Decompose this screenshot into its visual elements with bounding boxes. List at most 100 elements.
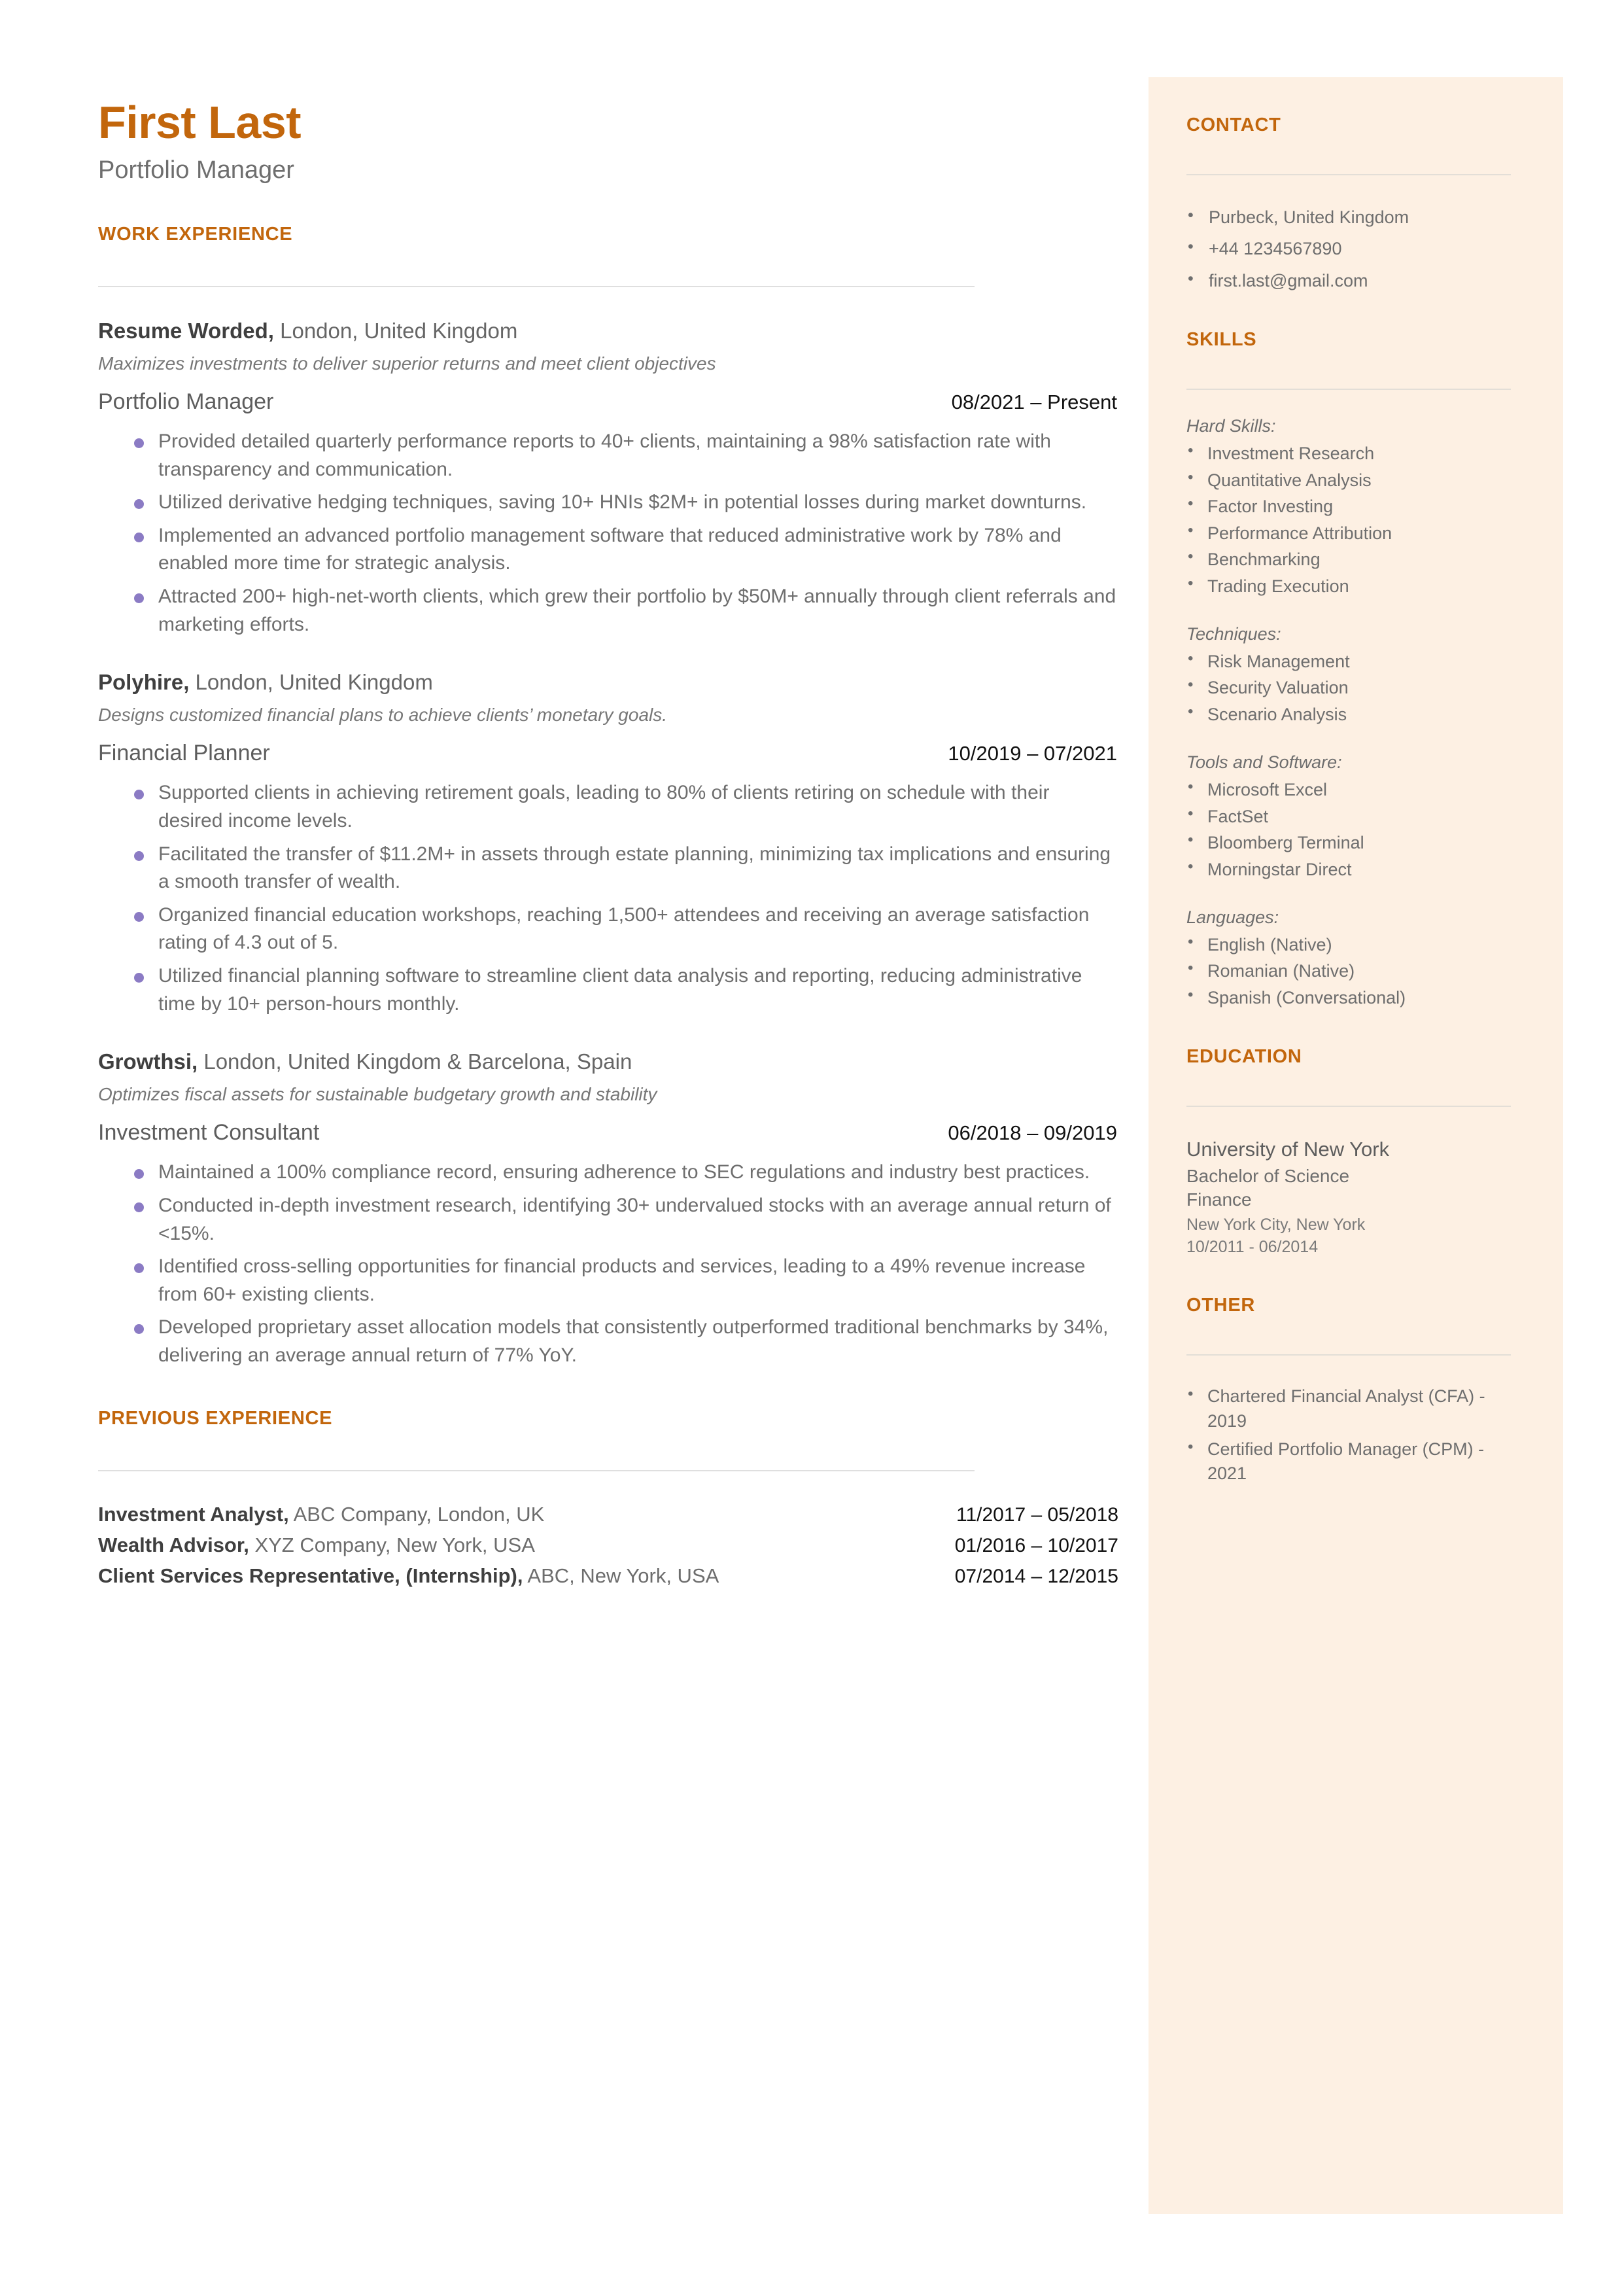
skill-group-label: Techniques: (1186, 623, 1281, 644)
list-item: Provided detailed quarterly performance … (98, 428, 1118, 483)
list-item: Implemented an advanced portfolio manage… (98, 522, 1118, 578)
job-title: Portfolio Manager (98, 389, 274, 415)
other-list: Chartered Financial Analyst (CFA) - 2019… (1186, 1383, 1511, 1486)
contact-divider (1186, 174, 1511, 175)
skills-heading: SKILLS (1186, 329, 1257, 351)
job-company-name: Polyhire, (98, 670, 190, 695)
list-item: Organized financial education workshops,… (98, 902, 1118, 957)
skill-items: English (Native) Romanian (Native) Spani… (1186, 932, 1511, 1009)
job-company: Resume Worded, London, United Kingdom (98, 317, 1118, 344)
list-item: Utilized derivative hedging techniques, … (98, 489, 1118, 517)
skill-group-label: Hard Skills: (1186, 416, 1276, 436)
table-row: Wealth Advisor, XYZ Company, New York, U… (98, 1532, 1118, 1558)
skill-group-tools-and-software: Tools and Software: Microsoft Excel Fact… (1186, 752, 1511, 881)
previous-role-detail: ABC Company, London, UK (288, 1502, 545, 1526)
table-row: Client Services Representative, (Interns… (98, 1563, 1118, 1589)
skill-group-label: Tools and Software: (1186, 752, 1342, 773)
other-divider (1186, 1354, 1511, 1356)
job-company: Growthsi, London, United Kingdom & Barce… (98, 1048, 1118, 1075)
previous-role-detail: ABC, New York, USA (523, 1564, 719, 1588)
job-company-name: Growthsi, (98, 1049, 198, 1074)
job-dates: 10/2019 – 07/2021 (948, 742, 1117, 765)
list-item: Attracted 200+ high-net-worth clients, w… (98, 583, 1118, 639)
previous-role: Client Services Representative, (Interns… (98, 1563, 719, 1589)
list-item: Scenario Analysis (1186, 701, 1511, 726)
list-item: Romanian (Native) (1186, 958, 1511, 983)
education-section: EDUCATION University of New York Bachelo… (1186, 1046, 1511, 1258)
contact-heading: CONTACT (1186, 114, 1281, 135)
job-company-description: Optimizes fiscal assets for sustainable … (98, 1084, 657, 1105)
list-item: Certified Portfolio Manager (CPM) - 2021 (1186, 1436, 1511, 1486)
job-company-description: Designs customized financial plans to ac… (98, 705, 668, 726)
main-content: First Last Portfolio Manager WORK EXPERI… (98, 98, 1118, 1594)
resume-page: CONTACT Purbeck, United Kingdom +44 1234… (0, 0, 1624, 2295)
list-item: Utilized financial planning software to … (98, 962, 1118, 1018)
education-dates: 10/2011 - 06/2014 (1186, 1237, 1319, 1256)
list-item: Performance Attribution (1186, 520, 1511, 545)
job-dates: 08/2021 – Present (951, 391, 1117, 414)
contact-section: CONTACT Purbeck, United Kingdom +44 1234… (1186, 114, 1511, 292)
list-item: Factor Investing (1186, 493, 1511, 518)
previous-experience-heading: PREVIOUS EXPERIENCE (98, 1407, 333, 1429)
previous-experience-divider (98, 1469, 975, 1471)
job-title-row: Financial Planner 10/2019 – 07/2021 (98, 741, 1117, 766)
list-item: Facilitated the transfer of $11.2M+ in a… (98, 841, 1118, 896)
education-heading: EDUCATION (1186, 1046, 1302, 1068)
work-experience-heading: WORK EXPERIENCE (98, 223, 293, 245)
previous-role-detail: XYZ Company, New York, USA (249, 1533, 535, 1556)
previous-role: Investment Analyst, ABC Company, London,… (98, 1501, 544, 1528)
work-experience-divider (98, 285, 975, 287)
list-item: Quantitative Analysis (1186, 467, 1511, 492)
job-bullets: Maintained a 100% compliance record, ens… (98, 1159, 1118, 1369)
list-item: Maintained a 100% compliance record, ens… (98, 1159, 1118, 1187)
previous-role-title: Client Services Representative, (Interns… (98, 1564, 523, 1588)
header-role: Portfolio Manager (98, 156, 294, 184)
table-row: Investment Analyst, ABC Company, London,… (98, 1501, 1118, 1528)
previous-role-dates: 11/2017 – 05/2018 (956, 1503, 1118, 1526)
job-company-location: London, United Kingdom (273, 318, 518, 343)
education-degree: Bachelor of Science (1186, 1166, 1350, 1187)
skills-section: SKILLS Hard Skills: Investment Research … (1186, 329, 1511, 1009)
skill-group-languages: Languages: English (Native) Romanian (Na… (1186, 907, 1511, 1009)
skill-items: Investment Research Quantitative Analysi… (1186, 440, 1511, 598)
job-title: Investment Consultant (98, 1120, 320, 1146)
list-item: FactSet (1186, 803, 1511, 828)
job-title-row: Portfolio Manager 08/2021 – Present (98, 389, 1117, 415)
previous-role-dates: 07/2014 – 12/2015 (954, 1566, 1118, 1588)
list-item: Microsoft Excel (1186, 777, 1511, 801)
job-company-location: London, United Kingdom & Barcelona, Spai… (198, 1049, 632, 1074)
job-bullets: Supported clients in achieving retiremen… (98, 779, 1118, 1018)
list-item: Bloomberg Terminal (1186, 830, 1511, 854)
job-company-location: London, United Kingdom (189, 670, 433, 695)
list-item: Supported clients in achieving retiremen… (98, 779, 1118, 835)
skill-items: Risk Management Security Valuation Scena… (1186, 648, 1511, 726)
job-entry: Polyhire, London, United Kingdom Designs… (98, 669, 1118, 1018)
previous-role-title: Wealth Advisor, (98, 1533, 249, 1556)
list-item: Conducted in-depth investment research, … (98, 1192, 1118, 1248)
job-company-description: Maximizes investments to deliver superio… (98, 353, 716, 374)
job-title: Financial Planner (98, 741, 270, 766)
previous-role-dates: 01/2016 – 10/2017 (954, 1534, 1118, 1556)
previous-role-title: Investment Analyst, (98, 1502, 289, 1526)
page-title: First Last (98, 97, 302, 148)
list-item: Developed proprietary asset allocation m… (98, 1314, 1118, 1369)
job-company-name: Resume Worded, (98, 318, 274, 343)
skill-group-label: Languages: (1186, 907, 1279, 927)
contact-list: Purbeck, United Kingdom +44 1234567890 f… (1186, 205, 1511, 292)
list-item: Investment Research (1186, 440, 1511, 465)
skill-group-hard-skills: Hard Skills: Investment Research Quantit… (1186, 416, 1511, 598)
list-item: Purbeck, United Kingdom (1186, 205, 1511, 229)
list-item: Morningstar Direct (1186, 856, 1511, 881)
list-item: Chartered Financial Analyst (CFA) - 2019 (1186, 1383, 1511, 1433)
education-divider (1186, 1106, 1511, 1108)
list-item: Trading Execution (1186, 572, 1511, 598)
list-item: +44 1234567890 (1186, 236, 1511, 260)
list-item: Risk Management (1186, 648, 1511, 673)
other-heading: OTHER (1186, 1295, 1255, 1316)
job-dates: 06/2018 – 09/2019 (948, 1121, 1117, 1145)
list-item[interactable]: first.last@gmail.com (1186, 268, 1511, 292)
list-item: Security Valuation (1186, 674, 1511, 699)
list-item: Identified cross-selling opportunities f… (98, 1253, 1118, 1308)
education-school: University of New York (1186, 1138, 1390, 1161)
list-item: Benchmarking (1186, 546, 1511, 571)
